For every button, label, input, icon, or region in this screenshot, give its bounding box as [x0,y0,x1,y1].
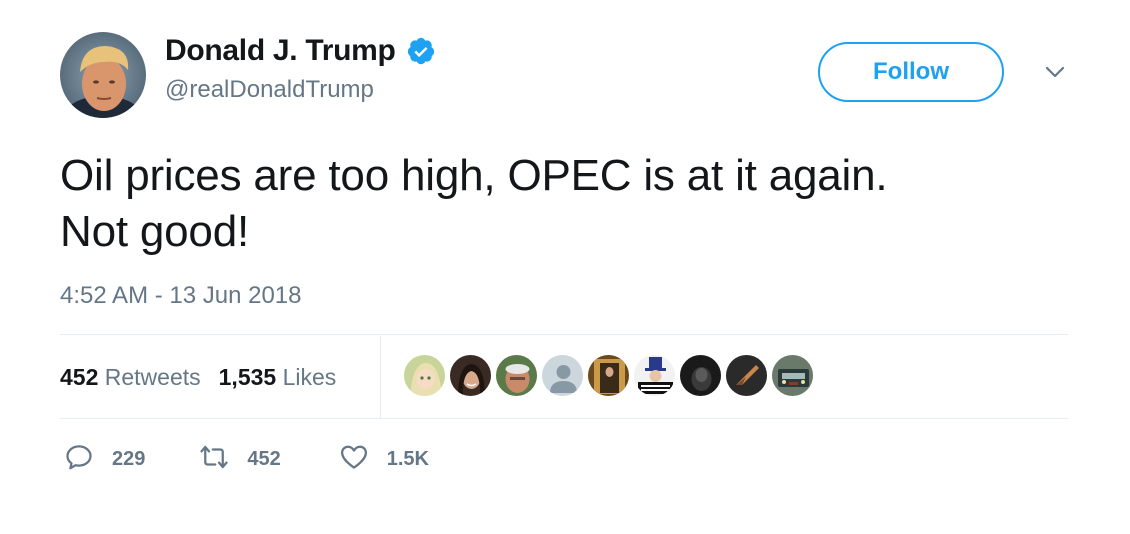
retweet-count: 452 [247,448,281,470]
liker-avatars [403,354,814,397]
like-action[interactable]: 1.5K [339,442,429,477]
author-name[interactable]: Donald J. Trump [165,34,396,68]
retweets-count: 452 [60,363,99,390]
tweet-timestamp[interactable]: 4:52 AM - 13 Jun 2018 [60,282,302,310]
verified-badge-icon [406,36,436,66]
tweet-text-line-2: Not good! [60,207,250,256]
stats-vertical-divider [380,336,381,418]
retweet-action[interactable]: 452 [199,442,281,477]
like-count: 1.5K [386,448,429,470]
liker-avatar[interactable] [771,354,814,397]
liker-avatar[interactable] [633,354,676,397]
heart-icon[interactable] [339,442,369,477]
tweet-text-line-1: Oil prices are too high, OPEC is at it a… [60,151,888,200]
divider-bottom [60,418,1068,419]
likes-count: 1,535 [218,363,277,390]
author-block: Donald J. Trump @realDonaldTrump [165,34,436,104]
tweet-stats: 452 Retweets 1,535 Likes [60,336,354,418]
retweets-label: Retweets [104,363,201,390]
likes-label: Likes [282,363,337,390]
divider-top [60,334,1068,335]
author-avatar[interactable] [60,32,146,118]
reply-count: 229 [112,448,146,470]
retweets-stat[interactable]: 452 Retweets [60,364,201,391]
liker-avatar[interactable] [679,354,722,397]
likes-stat[interactable]: 1,535 Likes [219,364,337,391]
reply-icon[interactable] [64,442,94,477]
tweet-text: Oil prices are too high, OPEC is at it a… [60,148,1060,260]
liker-avatar[interactable] [725,354,768,397]
author-handle[interactable]: @realDonaldTrump [165,76,436,104]
liker-avatar[interactable] [495,354,538,397]
liker-avatar[interactable] [403,354,446,397]
follow-button[interactable]: Follow [818,42,1004,102]
reply-action[interactable]: 229 [64,442,145,477]
liker-avatar[interactable] [449,354,492,397]
tweet-actions: 229 452 1.5K [64,442,429,477]
retweet-icon[interactable] [199,442,229,477]
liker-avatar[interactable] [587,354,630,397]
chevron-down-icon[interactable] [1042,62,1068,82]
liker-avatar[interactable] [541,354,584,397]
